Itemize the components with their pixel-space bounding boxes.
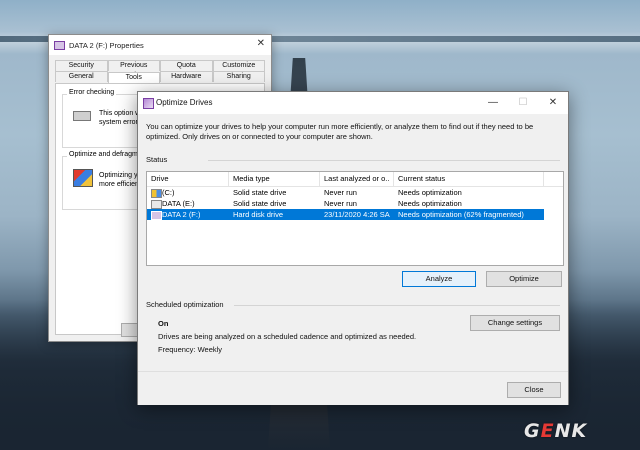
column-divider: [393, 172, 394, 186]
defragment-icon: [73, 169, 93, 187]
scheduled-optimization-label: Scheduled optimization: [146, 300, 224, 309]
tab-security[interactable]: Security: [55, 60, 108, 71]
last-analyzed: Never run: [324, 188, 357, 197]
column-current-status[interactable]: Current status: [398, 172, 445, 186]
column-last-analyzed[interactable]: Last analyzed or o...: [324, 172, 390, 186]
dialog-footer: Close: [138, 371, 568, 405]
drive-name: DATA 2 (F:): [162, 210, 201, 219]
drives-list[interactable]: Drive Media type Last analyzed or o... C…: [146, 171, 564, 266]
properties-title: DATA 2 (F:) Properties: [69, 40, 144, 50]
close-button[interactable]: Close: [507, 382, 561, 398]
properties-titlebar[interactable]: DATA 2 (F:) Properties ✕: [49, 35, 271, 55]
optimize-drives-icon: [143, 98, 154, 109]
status-divider: [208, 160, 560, 161]
properties-tabs: Security Previous Versions Quota Customi…: [55, 60, 265, 83]
tab-customize[interactable]: Customize: [212, 60, 265, 71]
tab-hardware[interactable]: Hardware: [160, 71, 213, 82]
column-media-type[interactable]: Media type: [233, 172, 270, 186]
media-type: Hard disk drive: [233, 210, 284, 219]
genk-watermark-logo: GENK: [524, 420, 588, 442]
optimize-titlebar[interactable]: Optimize Drives — ☐ ✕: [138, 92, 568, 114]
schedule-state: On: [158, 319, 169, 328]
close-icon[interactable]: ✕: [538, 94, 568, 112]
media-type: Solid state drive: [233, 199, 287, 208]
drive-row-e[interactable]: DATA (E:) Solid state drive Never run Ne…: [147, 198, 544, 209]
hard-drive-icon: [73, 111, 91, 121]
schedule-description: Drives are being analyzed on a scheduled…: [158, 332, 417, 341]
minimize-icon[interactable]: —: [478, 94, 508, 112]
drive-row-c[interactable]: (C:) Solid state drive Never run Needs o…: [147, 187, 544, 198]
windows-drive-icon: [151, 189, 162, 198]
tab-tools[interactable]: Tools: [107, 72, 160, 83]
media-type: Solid state drive: [233, 188, 287, 197]
window-title: Optimize Drives: [156, 98, 213, 107]
column-divider: [319, 172, 320, 186]
drive-name: (C:): [162, 188, 175, 197]
close-icon[interactable]: ✕: [257, 38, 265, 49]
current-status: Needs optimization: [398, 188, 462, 197]
error-checking-title: Error checking: [67, 89, 117, 96]
current-status: Needs optimization: [398, 199, 462, 208]
last-analyzed: 23/11/2020 4:26 SA: [324, 210, 390, 219]
maximize-icon[interactable]: ☐: [508, 94, 538, 112]
hdd-icon: [151, 211, 162, 220]
column-divider: [543, 172, 544, 186]
optimize-button[interactable]: Optimize: [486, 271, 562, 287]
tab-general[interactable]: General: [55, 71, 108, 82]
tab-quota[interactable]: Quota: [160, 60, 213, 71]
tab-previous-versions[interactable]: Previous Versions: [107, 60, 160, 79]
drive-name: DATA (E:): [162, 199, 195, 208]
column-drive[interactable]: Drive: [151, 172, 169, 186]
tab-sharing[interactable]: Sharing: [212, 71, 265, 82]
change-settings-button[interactable]: Change settings: [470, 315, 560, 331]
scheduled-divider: [234, 305, 560, 306]
drive-icon: [151, 200, 162, 209]
list-header: Drive Media type Last analyzed or o... C…: [147, 172, 563, 187]
drive-row-f[interactable]: DATA 2 (F:) Hard disk drive 23/11/2020 4…: [147, 209, 544, 220]
current-status: Needs optimization (62% fragmented): [398, 210, 524, 219]
optimize-drives-window: Optimize Drives — ☐ ✕ You can optimize y…: [137, 91, 569, 405]
schedule-frequency: Frequency: Weekly: [158, 345, 223, 354]
drive-icon: [54, 40, 65, 50]
description-text: You can optimize your drives to help you…: [146, 122, 534, 141]
last-analyzed: Never run: [324, 199, 357, 208]
status-label: Status: [146, 155, 168, 164]
column-divider: [228, 172, 229, 186]
analyze-button[interactable]: Analyze: [402, 271, 476, 287]
